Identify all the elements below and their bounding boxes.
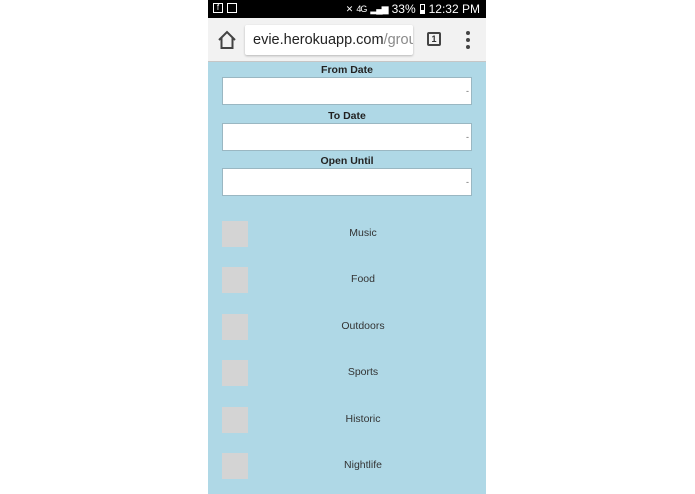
- category-row-food: Food: [222, 267, 472, 293]
- to-date-dropdown-icon: -: [466, 132, 469, 142]
- from-date-input[interactable]: -: [222, 77, 472, 105]
- image-notification-icon: [227, 3, 237, 13]
- url-host: evie.herokuapp.com: [253, 32, 384, 48]
- tab-switcher-button[interactable]: 1: [427, 32, 441, 46]
- mute-icon: ✕: [345, 3, 353, 14]
- category-label-nightlife: Nightlife: [344, 459, 382, 471]
- category-row-nightlife: Nightlife: [222, 453, 472, 479]
- category-checkbox-food[interactable]: [222, 267, 248, 293]
- from-date-dropdown-icon: -: [466, 86, 469, 96]
- url-path: /group: [383, 32, 413, 48]
- signal-icon: ▂▄▆: [370, 3, 388, 14]
- category-row-sports: Sports: [222, 360, 472, 386]
- status-bar: f ✕ 4G ▂▄▆ 33% 12:32 PM: [208, 0, 486, 18]
- to-date-input[interactable]: -: [222, 123, 472, 151]
- category-label-historic: Historic: [345, 413, 381, 425]
- category-label-music: Music: [349, 227, 377, 239]
- category-row-historic: Historic: [222, 407, 472, 433]
- facebook-notification-icon: f: [213, 3, 223, 13]
- phone-screen: f ✕ 4G ▂▄▆ 33% 12:32 PM evie.herokuapp.c…: [208, 0, 486, 494]
- overflow-menu-icon[interactable]: [462, 30, 474, 50]
- open-until-dropdown-icon: -: [466, 177, 469, 187]
- category-row-music: Music: [222, 221, 472, 247]
- address-bar[interactable]: evie.herokuapp.com/group: [245, 25, 413, 55]
- network-type: 4G: [356, 4, 367, 14]
- battery-percent: 33%: [391, 2, 416, 16]
- category-label-outdoors: Outdoors: [341, 320, 385, 332]
- to-date-label: To Date: [328, 110, 366, 122]
- category-checkbox-music[interactable]: [222, 221, 248, 247]
- category-checkbox-nightlife[interactable]: [222, 453, 248, 479]
- category-row-outdoors: Outdoors: [222, 314, 472, 340]
- category-checkbox-sports[interactable]: [222, 360, 248, 386]
- clock: 12:32 PM: [428, 2, 480, 16]
- category-checkbox-historic[interactable]: [222, 407, 248, 433]
- home-icon[interactable]: [216, 29, 238, 51]
- open-until-label: Open Until: [320, 155, 374, 167]
- category-checkbox-outdoors[interactable]: [222, 314, 248, 340]
- category-label-sports: Sports: [347, 366, 379, 378]
- status-indicators: ✕ 4G ▂▄▆ 33% 12:32 PM: [346, 2, 480, 16]
- from-date-label: From Date: [321, 64, 373, 76]
- notification-icons: f: [213, 3, 237, 13]
- battery-icon: [419, 4, 425, 14]
- category-label-food: Food: [351, 273, 375, 285]
- browser-toolbar: evie.herokuapp.com/group 1: [208, 18, 486, 62]
- open-until-input[interactable]: -: [222, 168, 472, 196]
